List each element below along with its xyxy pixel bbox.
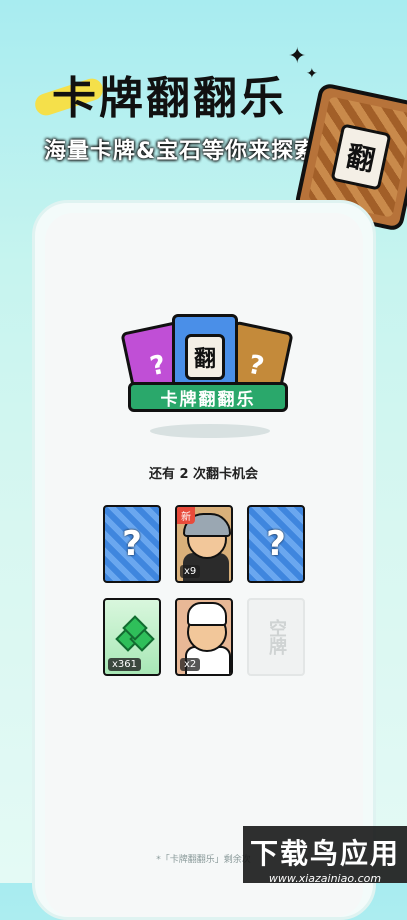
chef-hat-icon — [187, 602, 227, 626]
card-grid: ? 新 x9 ? x361 x2 空牌 — [103, 505, 305, 677]
card-empty[interactable]: 空牌 — [247, 598, 305, 676]
card-gems[interactable]: x361 — [103, 598, 161, 676]
promo-card-glyph: 翻 — [330, 123, 392, 191]
hero-title: 卡牌翻翻乐 — [52, 73, 287, 124]
card-back-1[interactable]: ? — [103, 505, 161, 583]
watermark-title: 下载鸟应用 — [249, 837, 400, 870]
hero-subtitle: 海量卡牌&宝石等你来探索 — [44, 139, 318, 164]
logo-shadow — [150, 424, 270, 438]
chances-remaining-text: 还有 2 次翻卡机会 — [148, 467, 259, 482]
gem-icon — [115, 615, 155, 652]
question-mark: ? — [266, 524, 286, 564]
logo-banner: 卡牌翻翻乐 — [128, 382, 288, 412]
sparkle-small-icon: ✦ — [306, 66, 318, 82]
question-mark: ? — [122, 524, 142, 564]
new-badge: 新 — [177, 507, 195, 524]
card-chef[interactable]: x2 — [175, 598, 233, 676]
card-count: x9 — [180, 565, 201, 578]
watermark-url: www.xiazainiao.com — [268, 872, 382, 885]
empty-card-label: 空牌 — [266, 619, 287, 655]
gem-count: x361 — [108, 658, 142, 671]
sparkle-icon: ✦ — [288, 44, 307, 69]
watermark: 下载鸟应用 www.xiazainiao.com — [243, 826, 407, 885]
card-firefighter[interactable]: 新 x9 — [175, 505, 233, 583]
card-count: x2 — [180, 658, 201, 671]
card-back-2[interactable]: ? — [247, 505, 305, 583]
logo-card-glyph: 翻 — [184, 334, 225, 380]
game-logo: ? ? 翻 卡牌翻翻乐 — [120, 312, 300, 442]
